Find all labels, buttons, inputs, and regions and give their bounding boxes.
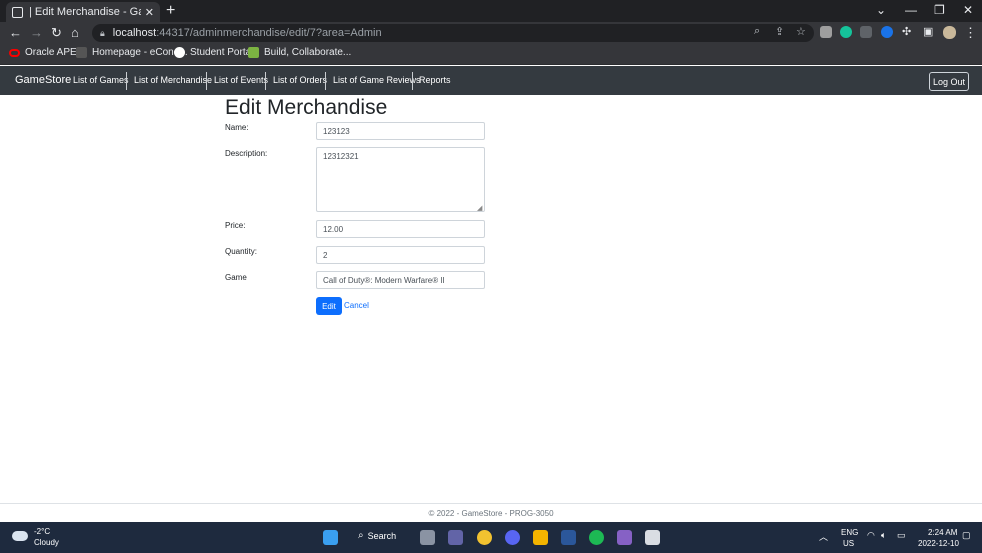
- notifications-icon[interactable]: ▢: [962, 530, 971, 541]
- app-navbar: GameStore List of Games List of Merchand…: [0, 66, 982, 95]
- description-textarea[interactable]: 12312321: [316, 147, 485, 212]
- task-view-icon[interactable]: [420, 530, 435, 545]
- description-label: Description:: [225, 149, 268, 158]
- snipping-tool-icon[interactable]: [645, 530, 660, 545]
- weather-temperature[interactable]: -2°C: [34, 527, 50, 536]
- taskbar-search[interactable]: ⌕ Search: [358, 530, 396, 541]
- address-bar[interactable]: 🔒︎ localhost:44317/adminmerchandise/edit…: [92, 24, 814, 42]
- file-explorer-icon[interactable]: [533, 530, 548, 545]
- side-panel-icon[interactable]: ▣: [923, 25, 933, 38]
- browser-menu-icon[interactable]: ⋮: [964, 25, 977, 41]
- nav-list-of-events[interactable]: List of Events: [214, 75, 268, 85]
- nav-divider: [126, 72, 127, 90]
- extension-icon[interactable]: [881, 26, 893, 38]
- resize-grip-icon[interactable]: ◢: [477, 204, 482, 212]
- tab-title: | Edit Merchandise - GameStore: [29, 6, 141, 18]
- search-icon: ⌕: [358, 530, 364, 541]
- close-window-icon[interactable]: ✕: [963, 3, 973, 17]
- log-out-button[interactable]: Log Out: [929, 72, 969, 91]
- browser-tab-strip: | Edit Merchandise - GameStore ✕ + ⌄ — ❐…: [0, 0, 982, 22]
- nav-list-of-merchandise[interactable]: List of Merchandise: [134, 75, 212, 85]
- new-tab-button[interactable]: +: [166, 2, 175, 20]
- nav-divider: [325, 72, 326, 90]
- extension-icon[interactable]: [860, 26, 872, 38]
- extension-icon[interactable]: [820, 26, 832, 38]
- browser-tab[interactable]: | Edit Merchandise - GameStore ✕: [6, 2, 160, 22]
- build-icon: [248, 47, 259, 58]
- browser-toolbar: ← → ↻ ⌂ 🔒︎ localhost:44317/adminmerchand…: [0, 22, 982, 44]
- minimize-icon[interactable]: —: [905, 3, 917, 17]
- game-select-value: Call of Duty®: Modern Warfare® II: [323, 275, 445, 285]
- windows-taskbar: -2°C Cloudy ⌕ Search ︿ ENG US ◠ 🔈︎ ▭ 2:2…: [0, 522, 982, 553]
- cloud-icon[interactable]: [12, 531, 28, 541]
- battery-icon[interactable]: ▭: [897, 530, 906, 541]
- brand-link[interactable]: GameStore: [15, 74, 71, 86]
- word-icon[interactable]: [561, 530, 576, 545]
- nav-divider: [206, 72, 207, 90]
- bookmark-build-collaborate[interactable]: Build, Collaborate...: [248, 47, 351, 58]
- back-icon[interactable]: ←: [9, 25, 22, 41]
- page-footer: © 2022 - GameStore - PROG-3050: [428, 509, 554, 518]
- edit-button[interactable]: Edit: [316, 297, 342, 315]
- clock-date[interactable]: 2022-12-10: [918, 539, 959, 548]
- price-label: Price:: [225, 221, 246, 230]
- share-icon[interactable]: ⇪: [775, 25, 784, 38]
- visual-studio-icon[interactable]: [617, 530, 632, 545]
- page-icon: [12, 6, 23, 18]
- footer-divider: [0, 503, 982, 504]
- forward-icon[interactable]: →: [30, 25, 43, 41]
- url-host: localhost: [112, 27, 157, 39]
- page-title: Edit Merchandise: [225, 96, 388, 119]
- bookmarks-bar: Oracle APEX Homepage - eCone... Student …: [0, 44, 982, 65]
- bookmark-homepage[interactable]: Homepage - eCone...: [76, 47, 188, 58]
- reload-icon[interactable]: ↻: [51, 25, 62, 41]
- home-icon[interactable]: ⌂: [71, 25, 79, 41]
- chevron-up-icon[interactable]: ︿: [819, 530, 828, 543]
- oracle-icon: [9, 48, 20, 57]
- extensions-puzzle-icon[interactable]: ✣: [902, 25, 911, 38]
- volume-icon[interactable]: 🔈︎: [881, 530, 886, 541]
- lock-icon: 🔒︎: [100, 27, 105, 38]
- profile-avatar[interactable]: [943, 26, 956, 39]
- name-label: Name:: [225, 123, 249, 132]
- quantity-label: Quantity:: [225, 247, 258, 256]
- name-input[interactable]: [316, 122, 485, 140]
- game-select[interactable]: Call of Duty®: Modern Warfare® II: [316, 271, 485, 289]
- portal-icon: [174, 47, 185, 58]
- nav-list-of-games[interactable]: List of Games: [73, 75, 129, 85]
- close-tab-icon[interactable]: ✕: [145, 6, 154, 19]
- tab-search-chevron-icon[interactable]: ⌄: [876, 3, 886, 17]
- taskbar-search-label: Search: [367, 530, 397, 541]
- bookmark-oracle-apex[interactable]: Oracle APEX: [9, 47, 83, 58]
- price-input[interactable]: [316, 220, 485, 238]
- dbl-icon: [76, 47, 87, 58]
- zoom-search-icon[interactable]: ⌕: [754, 25, 760, 38]
- wifi-icon[interactable]: ◠: [867, 530, 875, 541]
- nav-divider: [265, 72, 266, 90]
- nav-reports[interactable]: Reports: [419, 75, 451, 85]
- nav-list-of-orders[interactable]: List of Orders: [273, 75, 327, 85]
- chrome-icon[interactable]: [477, 530, 492, 545]
- clock-time[interactable]: 2:24 AM: [928, 528, 957, 537]
- bookmark-star-icon[interactable]: ☆: [796, 25, 806, 38]
- region-indicator[interactable]: US: [843, 539, 854, 548]
- game-label: Game: [225, 273, 247, 282]
- cancel-link[interactable]: Cancel: [344, 301, 369, 310]
- teams-chat-icon[interactable]: [448, 530, 463, 545]
- quantity-input[interactable]: [316, 246, 485, 264]
- nav-list-of-game-reviews[interactable]: List of Game Reviews: [333, 75, 421, 85]
- windows-start-icon[interactable]: [323, 530, 338, 545]
- restore-icon[interactable]: ❐: [934, 3, 945, 17]
- language-indicator[interactable]: ENG: [841, 528, 858, 537]
- url-path: :44317/adminmerchandise/edit/7?area=Admi…: [156, 27, 382, 39]
- grammarly-icon[interactable]: [840, 26, 852, 38]
- nav-divider: [412, 72, 413, 90]
- spotify-icon[interactable]: [589, 530, 604, 545]
- weather-condition[interactable]: Cloudy: [34, 538, 59, 547]
- bookmark-student-portal[interactable]: Student Portal: [174, 47, 253, 58]
- discord-icon[interactable]: [505, 530, 520, 545]
